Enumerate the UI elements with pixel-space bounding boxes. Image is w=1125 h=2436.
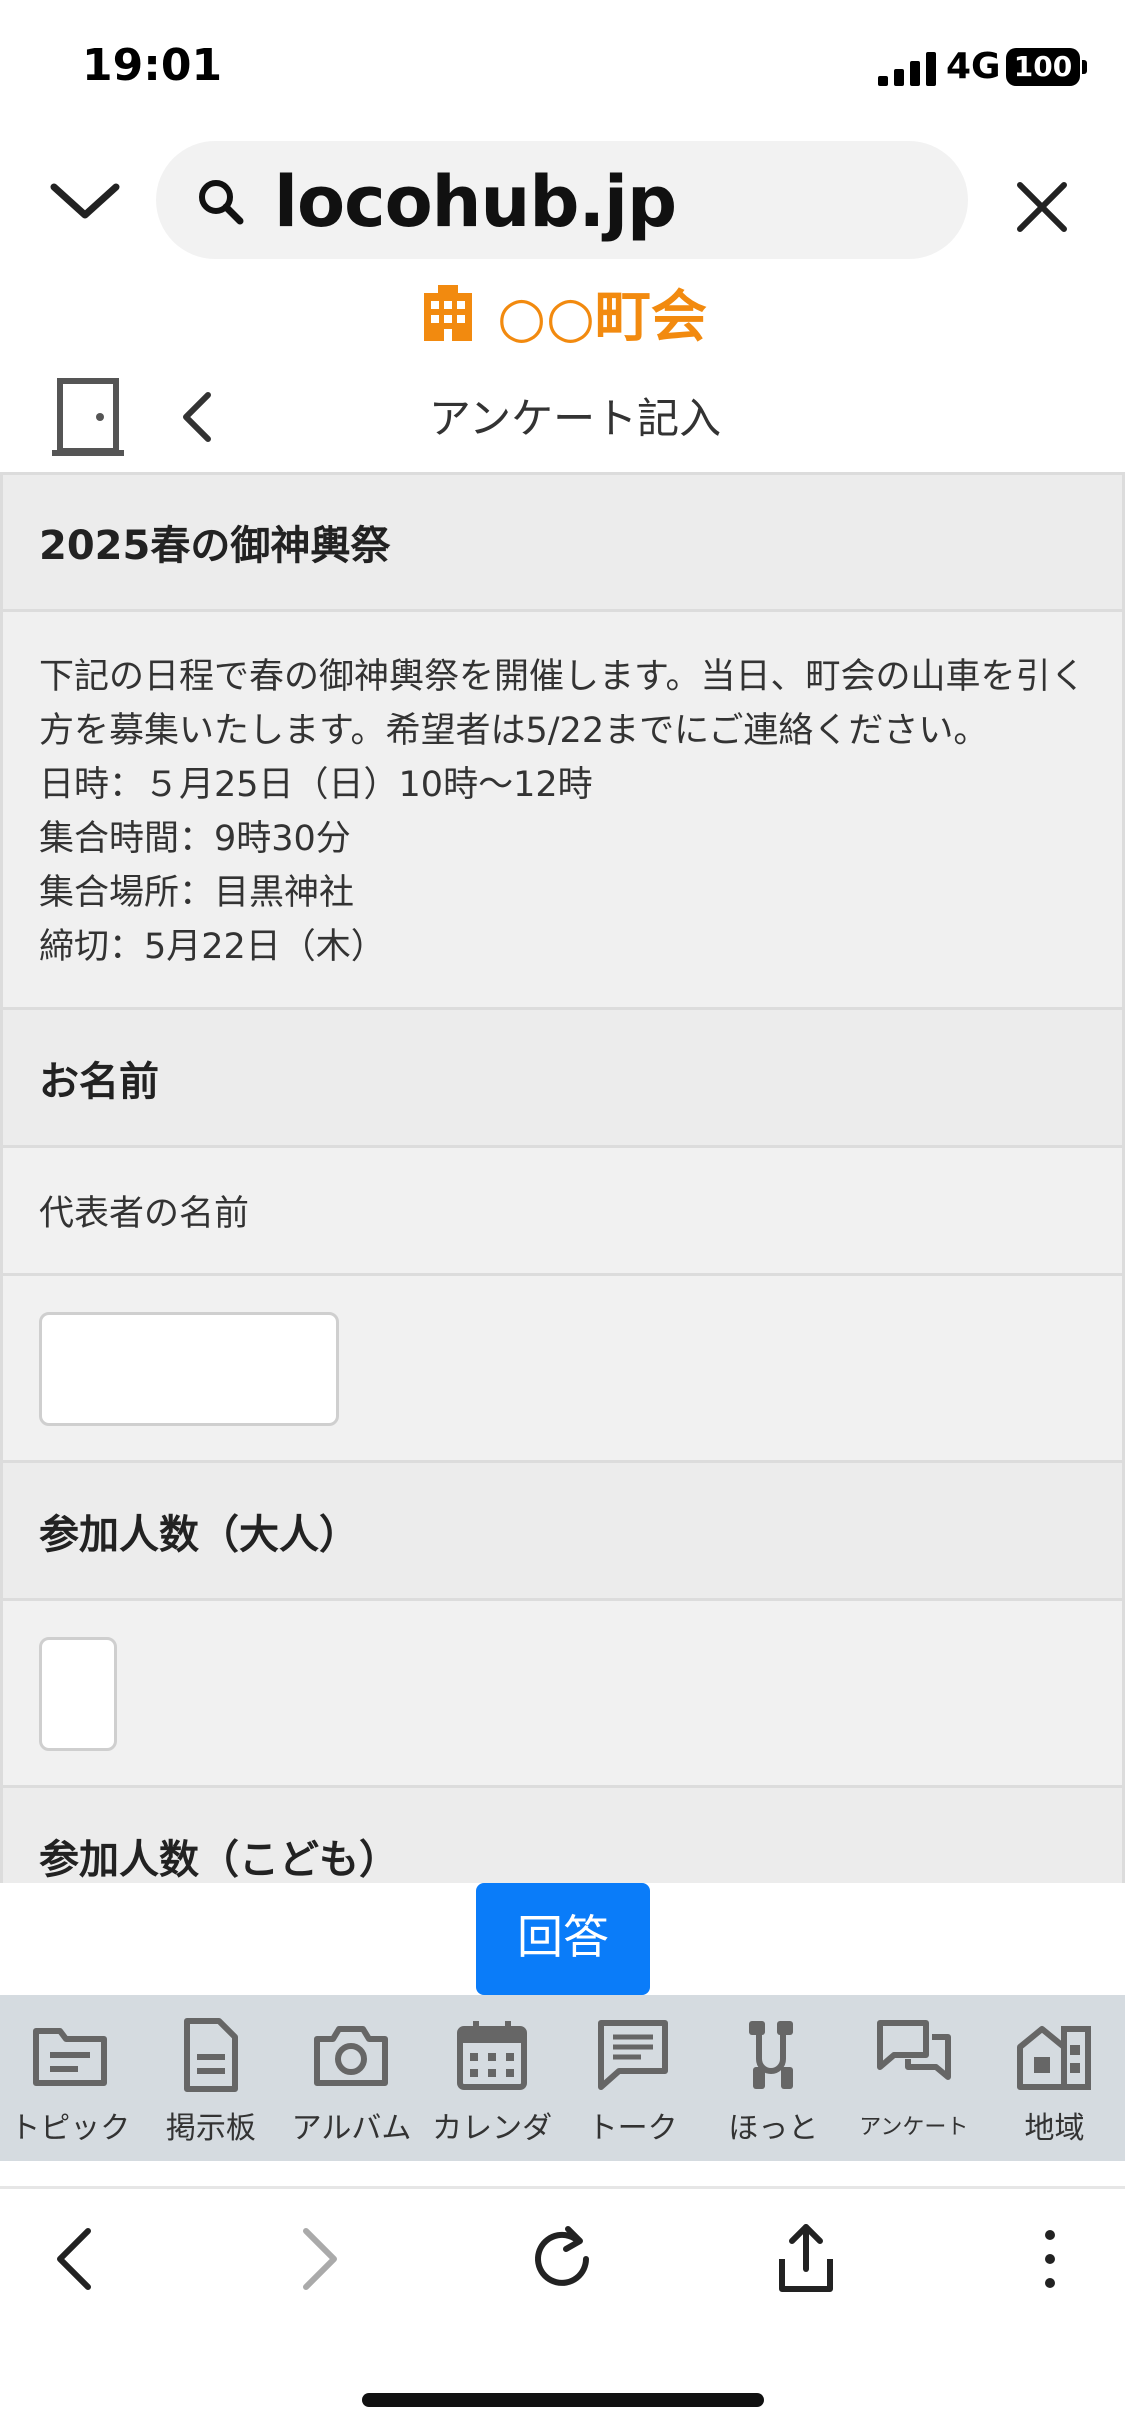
tab-label: 地域 (1024, 2111, 1085, 2146)
tab-board[interactable]: 掲示板 (141, 1995, 282, 2161)
browser-toolbar (0, 2186, 1125, 2326)
signal-icon (878, 52, 936, 86)
event-title: 2025春の御神輿祭 (39, 523, 391, 569)
phone-icon (749, 2021, 794, 2089)
event-description-row: 下記の日程で春の御神輿祭を開催します。当日、町会の山車を引く方を募集いたします。… (0, 612, 1125, 1010)
adult-count-field[interactable] (39, 1637, 117, 1751)
adult-heading-row: 参加人数（大人） (0, 1463, 1125, 1601)
name-field[interactable] (39, 1312, 339, 1426)
app-tab-bar: トピック 掲示板 アルバム カレンダ トーク ほっと アンケート 地域 (0, 1995, 1125, 2161)
tab-label: アンケート (859, 2115, 969, 2140)
site-header: ○○町会 (0, 272, 1125, 352)
child-heading-row: 参加人数（こども） (0, 1788, 1125, 1883)
back-icon[interactable] (36, 2219, 116, 2299)
reload-icon[interactable] (522, 2219, 602, 2299)
adult-input-row (0, 1601, 1125, 1788)
survey-form: 2025春の御神輿祭 下記の日程で春の御神輿祭を開催します。当日、町会の山車を引… (0, 475, 1125, 1883)
forward-icon[interactable] (278, 2219, 358, 2299)
tab-label: 掲示板 (165, 2111, 256, 2146)
tab-survey[interactable]: アンケート (844, 1995, 985, 2161)
name-label-row: 代表者の名前 (0, 1148, 1125, 1276)
calendar-icon (457, 2021, 528, 2090)
tab-calendar[interactable]: カレンダ (422, 1995, 563, 2161)
share-icon[interactable] (766, 2219, 846, 2299)
building-icon (424, 284, 473, 341)
tab-label: カレンダ (432, 2111, 553, 2146)
adult-count-heading: 参加人数（大人） (39, 1511, 359, 1558)
more-icon[interactable] (1010, 2219, 1090, 2299)
survey-icon (876, 2020, 951, 2080)
event-description: 下記の日程で春の御神輿祭を開催します。当日、町会の山車を引く方を募集いたします。… (39, 657, 1086, 967)
tab-album[interactable]: アルバム (281, 1995, 422, 2161)
page-nav: アンケート記入 (0, 365, 1125, 475)
camera-icon (314, 2026, 389, 2086)
name-heading: お名前 (39, 1058, 159, 1105)
page-title: アンケート記入 (428, 394, 722, 443)
buildings-icon (1017, 2026, 1092, 2090)
address-field[interactable]: locohub.jp (156, 141, 968, 259)
site-name: ○○町会 (497, 285, 707, 350)
battery-cap (1082, 60, 1087, 74)
name-heading-row: お名前 (0, 1010, 1125, 1148)
battery-icon: 100 (1006, 48, 1080, 86)
status-bar: 19:01 4G 100 (0, 0, 1125, 135)
tab-talk[interactable]: トーク (562, 1995, 703, 2161)
name-input-row (0, 1276, 1125, 1463)
child-count-heading: 参加人数（こども） (39, 1836, 399, 1883)
event-title-row: 2025春の御神輿祭 (0, 475, 1125, 612)
tab-label: トーク (587, 2111, 678, 2146)
tab-label: ほっと (728, 2111, 819, 2146)
submit-button[interactable]: 回答 (476, 1883, 650, 1995)
home-indicator (362, 2393, 764, 2407)
tab-label: トピック (10, 2111, 131, 2146)
document-icon (183, 2018, 238, 2092)
url-text: locohub.jp (274, 161, 677, 243)
chat-icon (597, 2020, 668, 2090)
submit-area: 回答 (0, 1883, 1125, 1995)
name-label: 代表者の名前 (39, 1194, 250, 1234)
search-icon (199, 180, 244, 225)
network-type: 4G (946, 46, 1001, 87)
tab-hotline[interactable]: ほっと (703, 1995, 844, 2161)
folder-icon (33, 2028, 108, 2086)
tab-area[interactable]: 地域 (984, 1995, 1125, 2161)
status-time: 19:01 (82, 40, 223, 91)
tab-topic[interactable]: トピック (0, 1995, 141, 2161)
tab-label: アルバム (291, 2111, 412, 2146)
browser-url-bar: locohub.jp (0, 135, 1125, 265)
chevron-down-icon[interactable] (40, 165, 130, 235)
close-icon[interactable] (1000, 165, 1084, 249)
